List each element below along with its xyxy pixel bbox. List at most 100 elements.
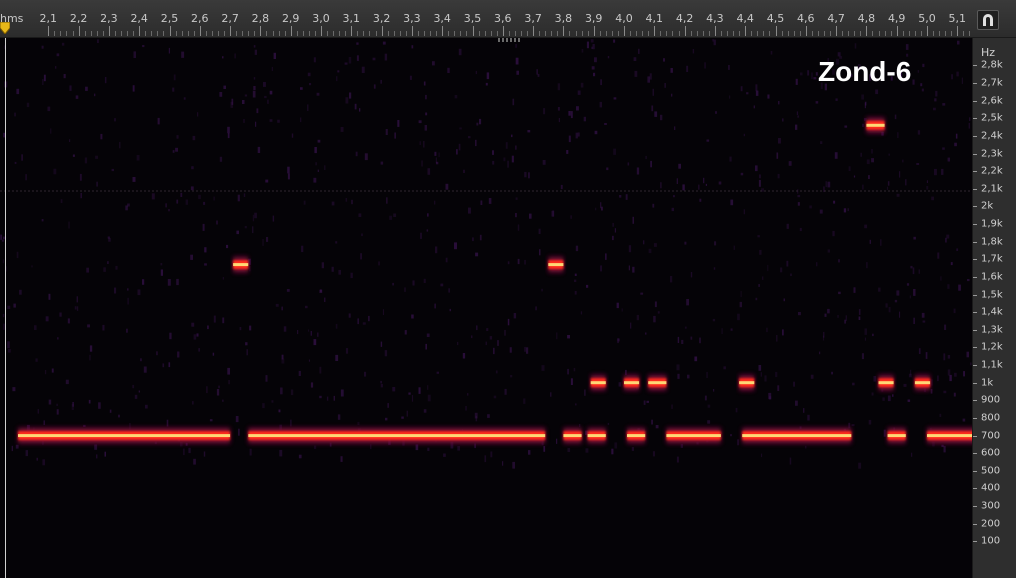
frequency-tick-mark <box>973 347 977 349</box>
noise-speck <box>852 382 855 386</box>
noise-speck <box>252 226 254 234</box>
time-minor-tick <box>648 31 650 36</box>
noise-speck <box>793 381 795 387</box>
noise-speck <box>698 184 700 190</box>
noise-speck <box>735 407 738 413</box>
noise-speck <box>937 375 939 382</box>
frequency-tick-label: 2,3k <box>981 148 1003 159</box>
time-tick-mark <box>321 26 322 36</box>
noise-speck <box>25 174 27 181</box>
time-minor-tick <box>272 31 274 36</box>
noise-speck <box>576 106 579 111</box>
noise-speck <box>44 370 47 375</box>
noise-speck <box>568 135 571 143</box>
noise-speck <box>513 313 517 319</box>
time-minor-tick <box>878 31 880 36</box>
noise-speck <box>950 262 953 266</box>
noise-speck <box>25 450 28 457</box>
noise-speck <box>663 58 665 62</box>
frequency-tick-label: 1,3k <box>981 324 1003 336</box>
time-ruler[interactable]: hms 2,1 2,2 2,3 2,4 2,5 2,6 2,7 2,8 2,9 3,0 3,1 3,2… <box>0 0 1016 38</box>
time-minor-tick <box>66 31 68 36</box>
frequency-axis[interactable]: Hz 2,8k 2,7k 2,6k 2,5k 2,4k 2,3k 2,2k 2,1k 2k 1,9… <box>972 38 1016 578</box>
time-minor-tick <box>787 31 789 36</box>
noise-speck <box>848 166 851 171</box>
noise-speck <box>515 145 517 150</box>
noise-speck <box>198 194 201 200</box>
noise-speck <box>67 318 70 324</box>
time-minor-tick <box>672 31 674 36</box>
noise-speck <box>737 313 740 321</box>
noise-speck <box>797 115 799 118</box>
noise-speck <box>490 451 493 458</box>
time-minor-tick <box>211 31 213 36</box>
spectrogram-view[interactable]: Zond-6 <box>0 38 972 578</box>
noise-speck <box>934 168 937 176</box>
noise-speck <box>516 70 519 75</box>
noise-speck <box>687 374 690 379</box>
noise-speck <box>56 53 60 57</box>
time-minor-tick <box>951 31 953 36</box>
noise-speck <box>515 197 518 200</box>
noise-speck <box>899 171 901 178</box>
noise-speck <box>897 132 899 138</box>
noise-speck <box>770 51 773 55</box>
noise-speck <box>894 114 897 120</box>
noise-speck <box>957 40 960 45</box>
noise-speck <box>291 133 294 138</box>
playback-cursor[interactable] <box>5 38 6 578</box>
time-minor-tick <box>314 31 316 36</box>
noise-speck <box>227 126 230 134</box>
noise-speck <box>265 375 268 382</box>
noise-speck <box>209 419 213 422</box>
noise-speck <box>351 199 353 205</box>
noise-speck <box>918 269 920 274</box>
tone-segment <box>18 427 231 444</box>
scroll-grip-handle[interactable] <box>498 38 522 42</box>
noise-speck <box>50 128 52 134</box>
noise-speck <box>457 341 459 346</box>
noise-speck <box>492 150 494 155</box>
noise-speck <box>227 133 230 139</box>
noise-speck <box>336 76 338 82</box>
time-minor-tick <box>666 31 668 36</box>
noise-speck <box>869 239 871 244</box>
noise-speck <box>676 456 679 463</box>
noise-speck <box>256 108 259 114</box>
noise-speck <box>866 159 870 165</box>
noise-speck <box>868 419 872 425</box>
noise-speck <box>873 376 877 382</box>
noise-speck <box>313 177 317 183</box>
noise-speck <box>193 334 197 340</box>
noise-speck <box>245 342 248 346</box>
noise-speck <box>550 392 552 397</box>
time-minor-tick <box>327 31 329 36</box>
noise-speck <box>393 213 397 217</box>
time-tick-mark <box>533 26 535 36</box>
snap-magnet-button[interactable] <box>977 10 999 30</box>
noise-speck <box>593 72 596 77</box>
noise-speck <box>476 325 478 331</box>
noise-speck <box>411 45 414 49</box>
noise-speck <box>492 160 495 165</box>
time-minor-tick <box>739 31 741 36</box>
noise-speck <box>100 133 103 140</box>
noise-speck <box>933 107 936 111</box>
noise-speck <box>953 308 956 314</box>
noise-speck <box>847 208 849 212</box>
noise-speck <box>380 79 382 84</box>
noise-speck <box>488 198 492 204</box>
time-minor-tick <box>933 31 935 36</box>
noise-speck <box>854 43 857 49</box>
time-minor-tick <box>605 31 607 36</box>
noise-speck <box>605 253 607 260</box>
noise-speck <box>864 328 867 335</box>
noise-speck <box>935 90 938 97</box>
noise-speck <box>579 424 581 428</box>
playhead-marker-icon[interactable] <box>0 22 10 34</box>
noise-speck <box>95 155 98 159</box>
noise-speck <box>79 173 82 181</box>
noise-speck <box>168 209 170 212</box>
noise-speck <box>12 387 16 392</box>
time-minor-tick <box>842 31 844 36</box>
